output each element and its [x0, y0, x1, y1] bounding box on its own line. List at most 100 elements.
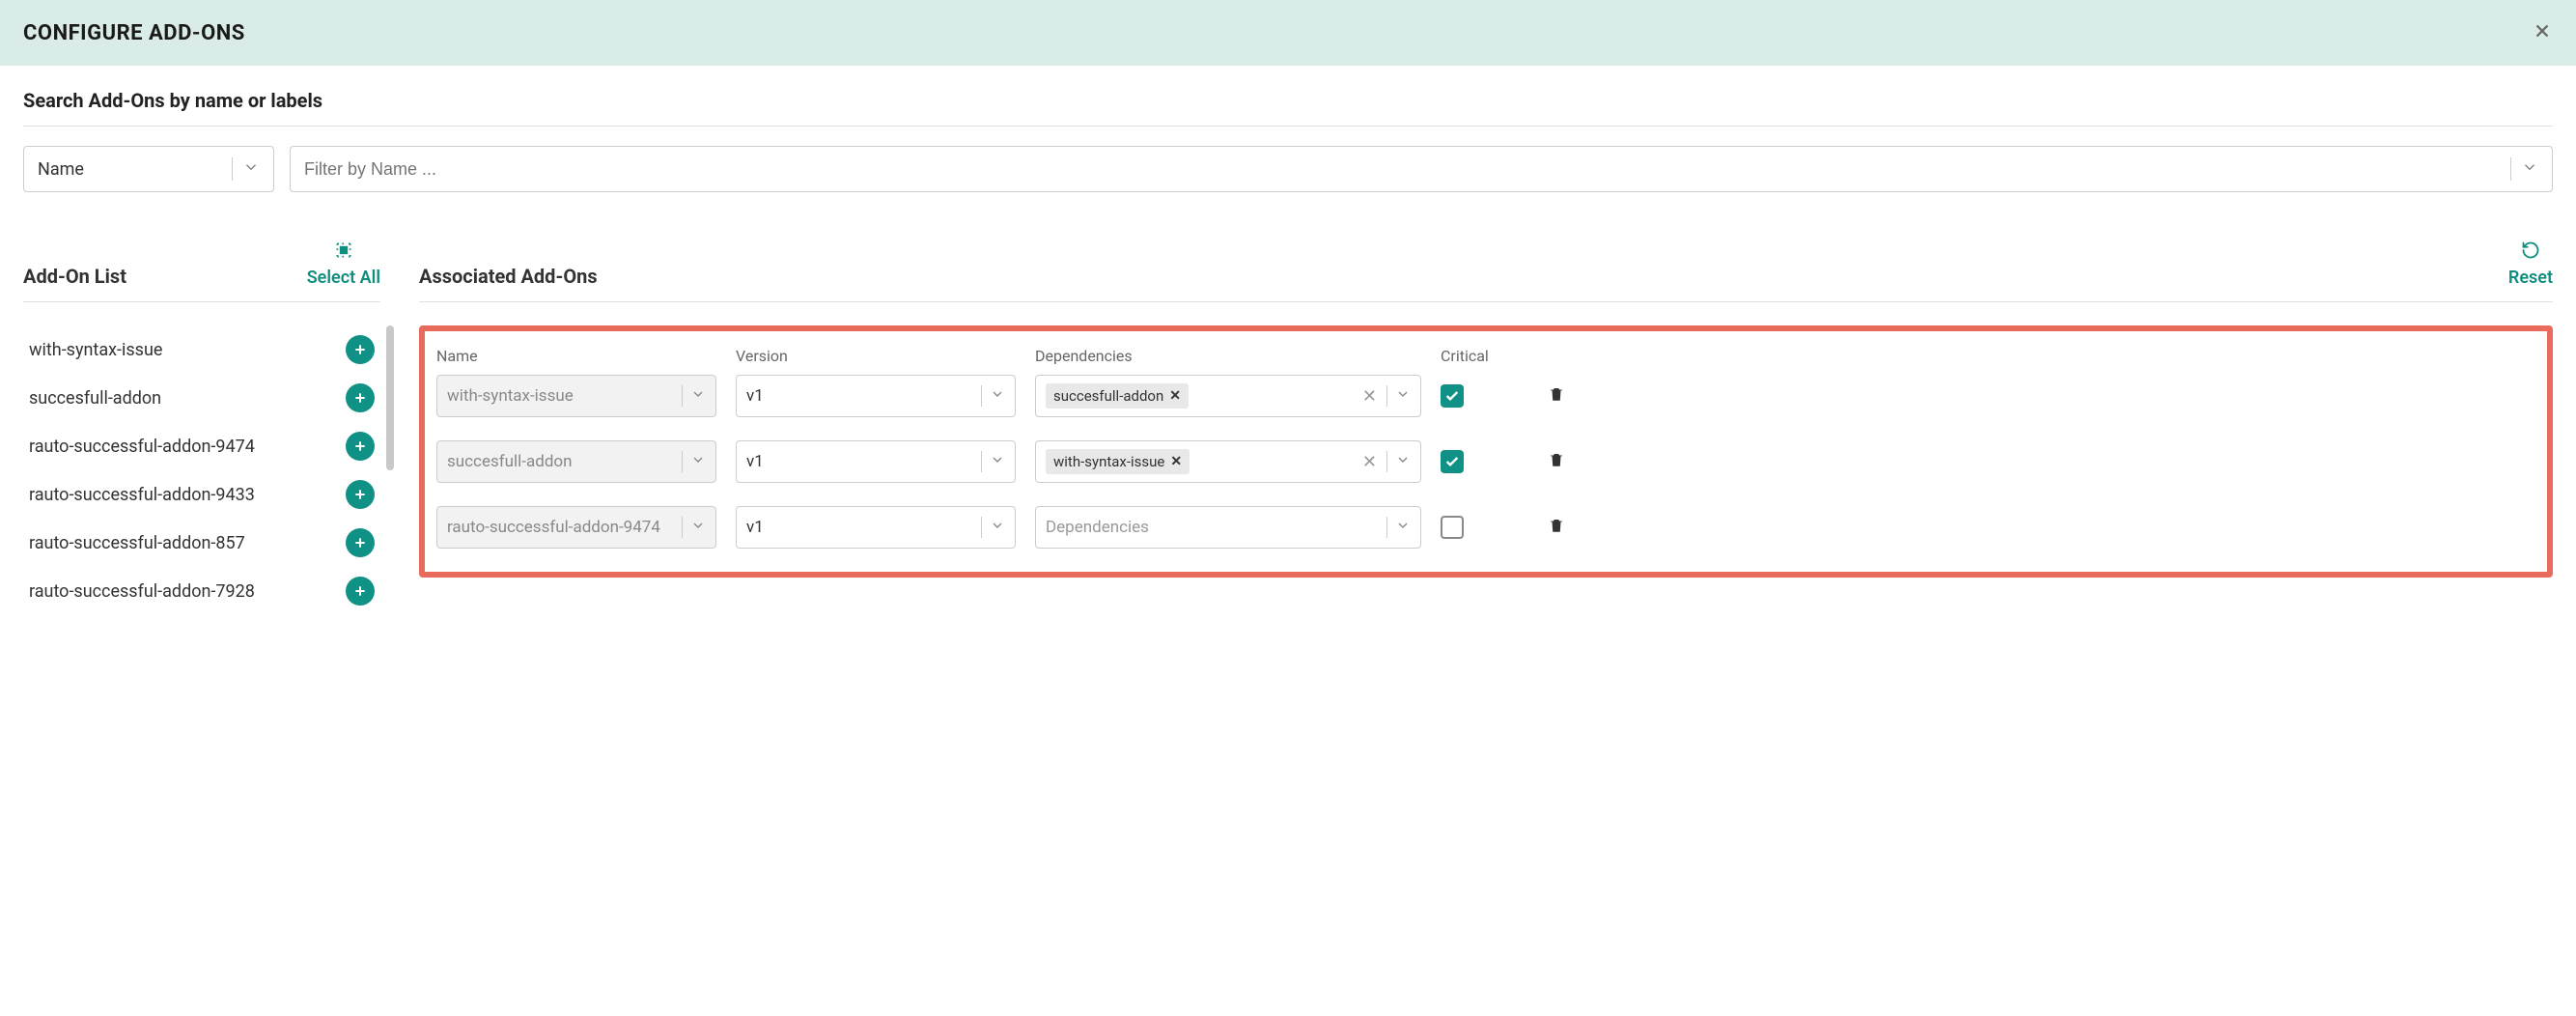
chevron-down-icon	[2521, 158, 2538, 180]
addon-items: with-syntax-issue succesfull-addon rauto…	[23, 325, 380, 615]
dependencies-value: succesfull-addon ✕	[1046, 383, 1362, 409]
chevron-down-icon	[990, 386, 1005, 407]
chevron-down-icon	[1395, 452, 1411, 472]
version-select[interactable]: v1	[736, 440, 1016, 483]
search-row: Name	[23, 146, 2553, 192]
tag-label: succesfull-addon	[1053, 387, 1163, 405]
scrollbar-thumb[interactable]	[386, 325, 394, 470]
clear-icon[interactable]: ✕	[1362, 386, 1377, 407]
divider	[232, 157, 233, 181]
associated-highlight-box: Name Version Dependencies Critical with-…	[419, 325, 2553, 578]
add-button[interactable]	[346, 577, 375, 606]
addon-name: rauto-successful-addon-9474	[29, 437, 255, 457]
trash-icon[interactable]	[1548, 517, 1565, 538]
divider	[2510, 157, 2511, 181]
divider	[981, 451, 982, 472]
tag-label: with-syntax-issue	[1053, 453, 1164, 470]
divider	[682, 385, 683, 407]
associated-panel: Associated Add-Ons Reset Name Version De…	[419, 240, 2553, 578]
chevron-down-icon	[990, 452, 1005, 472]
list-item: rauto-successful-addon-7928	[23, 567, 380, 615]
clear-icon[interactable]: ✕	[1362, 452, 1377, 472]
add-button[interactable]	[346, 383, 375, 412]
select-all-icon	[334, 240, 353, 264]
name-value: succesfull-addon	[447, 452, 674, 471]
reset-label: Reset	[2508, 268, 2553, 288]
col-header-dependencies: Dependencies	[1035, 347, 1421, 365]
table-row: succesfull-addon v1	[436, 440, 2535, 483]
reset-button[interactable]: Reset	[2508, 240, 2553, 288]
version-value: v1	[746, 386, 973, 406]
dependencies-value: with-syntax-issue ✕	[1046, 449, 1362, 474]
list-item: rauto-successful-addon-9433	[23, 470, 380, 519]
version-value: v1	[746, 452, 973, 471]
add-button[interactable]	[346, 528, 375, 557]
chevron-down-icon	[690, 386, 706, 407]
filter-input-wrap[interactable]	[290, 146, 2553, 192]
dependencies-select[interactable]: Dependencies	[1035, 506, 1421, 549]
filter-input[interactable]	[304, 159, 2510, 180]
name-value: rauto-successful-addon-9474	[447, 518, 674, 537]
chevron-down-icon	[242, 158, 260, 181]
add-button[interactable]	[346, 480, 375, 509]
table-row: rauto-successful-addon-9474 v1	[436, 506, 2535, 549]
list-item: rauto-successful-addon-9474	[23, 422, 380, 470]
tag-remove-icon[interactable]: ✕	[1169, 388, 1181, 404]
divider	[682, 517, 683, 538]
dependency-tag: with-syntax-issue ✕	[1046, 449, 1190, 474]
dependencies-placeholder: Dependencies	[1046, 518, 1379, 537]
critical-checkbox[interactable]	[1441, 516, 1464, 539]
scrollbar[interactable]	[386, 325, 394, 615]
search-type-select[interactable]: Name	[23, 146, 274, 192]
tag-remove-icon[interactable]: ✕	[1170, 454, 1182, 469]
chevron-down-icon	[690, 452, 706, 472]
dialog-header: CONFIGURE ADD-ONS	[0, 0, 2576, 66]
divider	[1386, 451, 1387, 472]
chevron-down-icon	[1395, 386, 1411, 407]
divider	[981, 517, 982, 538]
add-button[interactable]	[346, 335, 375, 364]
version-select[interactable]: v1	[736, 506, 1016, 549]
table-header: Name Version Dependencies Critical	[436, 347, 2535, 365]
dependencies-select[interactable]: with-syntax-issue ✕ ✕	[1035, 440, 1421, 483]
dependencies-select[interactable]: succesfull-addon ✕ ✕	[1035, 375, 1421, 417]
critical-checkbox[interactable]	[1441, 450, 1464, 473]
version-value: v1	[746, 518, 973, 537]
list-item: succesfull-addon	[23, 374, 380, 422]
add-button[interactable]	[346, 432, 375, 461]
chevron-down-icon	[1395, 518, 1411, 538]
name-select[interactable]: rauto-successful-addon-9474	[436, 506, 716, 549]
chevron-down-icon	[690, 518, 706, 538]
list-item: with-syntax-issue	[23, 325, 380, 374]
associated-title: Associated Add-Ons	[419, 265, 598, 288]
search-type-value: Name	[38, 159, 232, 180]
col-header-critical: Critical	[1441, 347, 1518, 365]
select-all-label: Select All	[307, 268, 380, 288]
addon-name: with-syntax-issue	[29, 340, 162, 360]
col-header-name: Name	[436, 347, 716, 365]
close-icon[interactable]	[2532, 19, 2553, 46]
select-all-button[interactable]: Select All	[307, 240, 380, 288]
name-select[interactable]: with-syntax-issue	[436, 375, 716, 417]
table-row: with-syntax-issue v1	[436, 375, 2535, 417]
name-value: with-syntax-issue	[447, 386, 674, 406]
critical-checkbox[interactable]	[1441, 384, 1464, 408]
dialog-title: CONFIGURE ADD-ONS	[23, 21, 245, 45]
dependency-tag: succesfull-addon ✕	[1046, 383, 1189, 409]
trash-icon[interactable]	[1548, 451, 1565, 472]
col-header-version: Version	[736, 347, 1016, 365]
divider	[1386, 517, 1387, 538]
reset-icon	[2521, 240, 2540, 264]
chevron-down-icon	[990, 518, 1005, 538]
divider	[981, 385, 982, 407]
trash-icon[interactable]	[1548, 385, 1565, 407]
search-section-label: Search Add-Ons by name or labels	[23, 89, 2553, 127]
name-select[interactable]: succesfull-addon	[436, 440, 716, 483]
addon-name: succesfull-addon	[29, 388, 161, 409]
version-select[interactable]: v1	[736, 375, 1016, 417]
divider	[682, 451, 683, 472]
addon-name: rauto-successful-addon-857	[29, 533, 245, 553]
list-item: rauto-successful-addon-857	[23, 519, 380, 567]
divider	[1386, 385, 1387, 407]
addon-name: rauto-successful-addon-7928	[29, 581, 255, 602]
